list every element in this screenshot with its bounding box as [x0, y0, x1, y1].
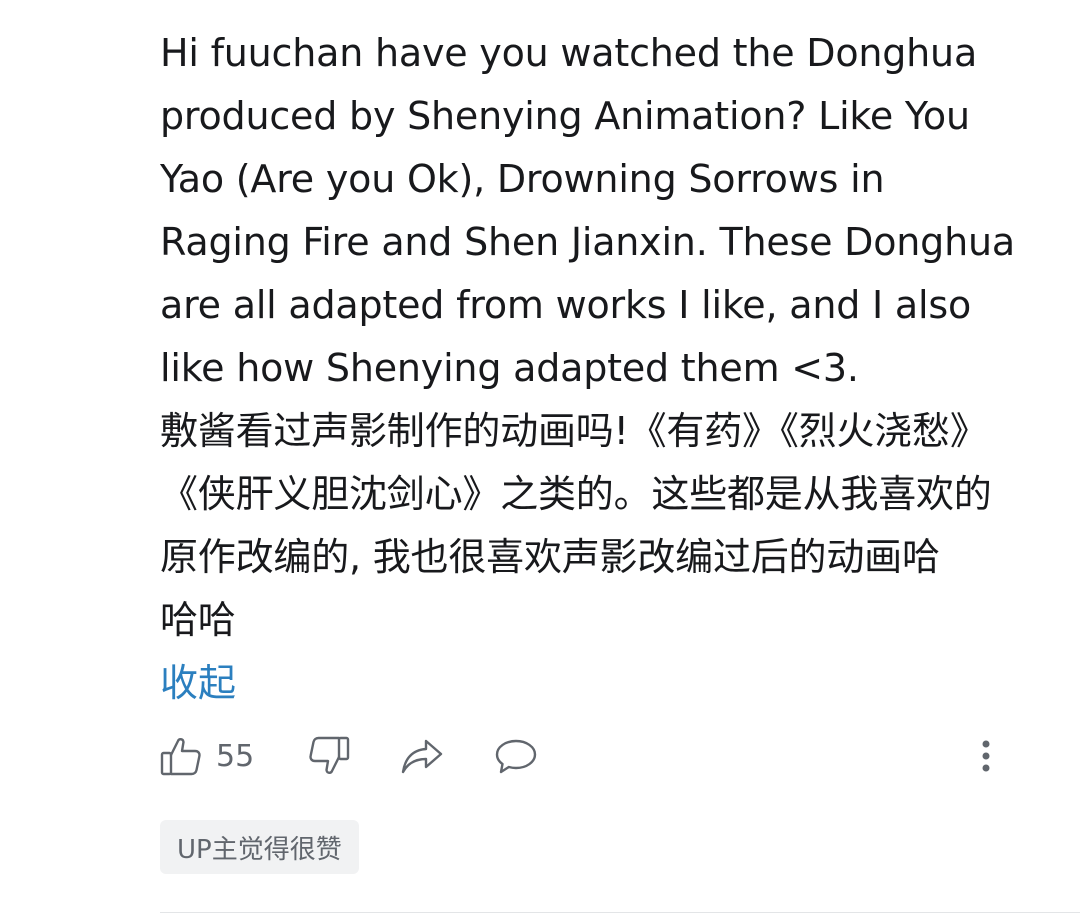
- share-button[interactable]: [400, 728, 444, 784]
- thumbs-up-icon: [160, 735, 202, 777]
- thumbs-down-icon: [308, 735, 350, 777]
- like-count: 55: [216, 738, 255, 774]
- comment-body: Hi fuuchan have you watched the Donghua …: [160, 22, 1060, 715]
- like-button[interactable]: 55: [160, 728, 254, 784]
- more-options-button[interactable]: [972, 728, 1000, 784]
- collapse-link[interactable]: 收起: [160, 652, 236, 715]
- more-icon: [972, 735, 1000, 777]
- divider: [160, 912, 1080, 913]
- share-icon: [400, 735, 444, 777]
- action-bar: 55: [160, 728, 1020, 784]
- reply-icon: [494, 735, 538, 777]
- dislike-button[interactable]: [308, 728, 350, 784]
- reply-button[interactable]: [494, 728, 538, 784]
- comment-text: Hi fuuchan have you watched the Donghua …: [160, 31, 1015, 642]
- up-liked-badge: UP主觉得很赞: [160, 820, 359, 874]
